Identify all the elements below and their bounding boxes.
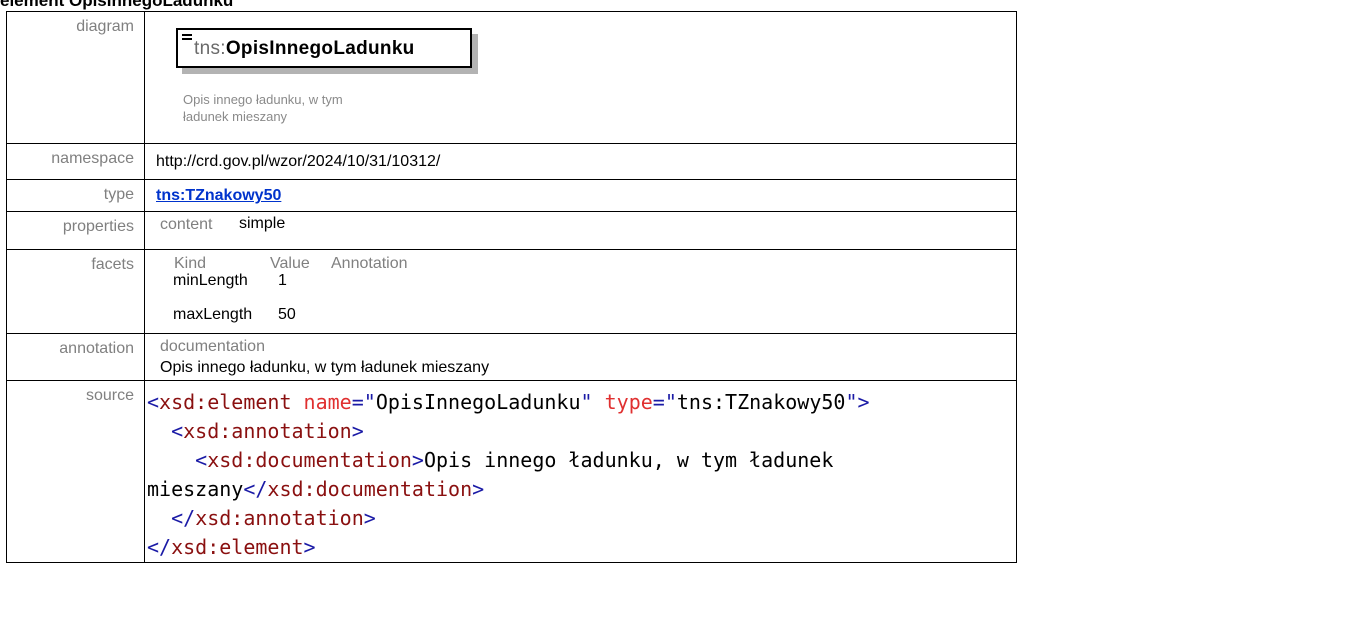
element-box[interactable]: tns:OpisInnegoLadunku bbox=[176, 28, 472, 68]
annotation-header: documentation bbox=[160, 338, 265, 355]
facets-label: facets bbox=[6, 249, 145, 334]
facet-header-value: Value bbox=[270, 255, 310, 272]
namespace-label: namespace bbox=[6, 143, 145, 180]
source-label: source bbox=[6, 380, 145, 563]
element-prefix: tns: bbox=[194, 38, 226, 59]
diagram-doc-line: ładunek mieszany bbox=[183, 109, 288, 124]
diagram-doc-line: Opis innego ładunku, w tym bbox=[183, 92, 343, 107]
source-row: source <xsd:element name="OpisInnegoLadu… bbox=[6, 380, 1017, 563]
facet-kind: minLength bbox=[173, 272, 248, 289]
source-code: <xsd:element name="OpisInnegoLadunku" ty… bbox=[147, 390, 870, 559]
facet-kind: maxLength bbox=[173, 306, 253, 323]
type-label: type bbox=[6, 179, 145, 212]
properties-row: properties content simple bbox=[6, 211, 1017, 250]
element-icon bbox=[182, 34, 192, 44]
annotation-label: annotation bbox=[6, 333, 145, 381]
diagram-row: diagram tns:OpisInnegoLadunku Opis inneg… bbox=[6, 11, 1017, 144]
diagram-label: diagram bbox=[6, 11, 145, 144]
properties-label: properties bbox=[6, 211, 145, 250]
property-key: content bbox=[160, 216, 213, 233]
facets-row: facets Kind Value Annotation minLength 1… bbox=[6, 249, 1017, 334]
namespace-value: http://crd.gov.pl/wzor/2024/10/31/10312/ bbox=[156, 153, 441, 170]
property-value: simple bbox=[239, 215, 286, 232]
facets-table: Kind Value Annotation minLength 1 maxLen… bbox=[145, 250, 1016, 332]
facet-value: 1 bbox=[278, 272, 287, 289]
facet-value: 50 bbox=[278, 306, 296, 323]
namespace-row: namespace http://crd.gov.pl/wzor/2024/10… bbox=[6, 143, 1017, 180]
diagram: tns:OpisInnegoLadunku Opis innego ładunk… bbox=[156, 12, 1016, 142]
properties-content: content simple bbox=[145, 212, 1016, 248]
page-heading: element OpisInnegoLadunku bbox=[0, 0, 234, 10]
annotation-content: documentation Opis innego ładunku, w tym… bbox=[145, 334, 1016, 379]
element-local-name: OpisInnegoLadunku bbox=[225, 38, 415, 59]
diagram-cell: tns:OpisInnegoLadunku Opis innego ładunk… bbox=[144, 11, 1017, 144]
facet-header-kind: Kind bbox=[174, 255, 207, 272]
diagram-documentation: Opis innego ładunku, w tym ładunek miesz… bbox=[183, 91, 443, 125]
type-link[interactable]: tns:TZnakowy50 bbox=[156, 180, 281, 205]
properties-table: diagram tns:OpisInnegoLadunku Opis inneg… bbox=[6, 11, 1017, 563]
element-name: tns:OpisInnegoLadunku bbox=[194, 38, 415, 60]
facet-header-annotation: Annotation bbox=[331, 255, 408, 272]
annotation-text: Opis innego ładunku, w tym ładunek miesz… bbox=[160, 359, 490, 376]
type-row: type tns:TZnakowy50 bbox=[6, 179, 1017, 212]
annotation-row: annotation documentation Opis innego ład… bbox=[6, 333, 1017, 381]
